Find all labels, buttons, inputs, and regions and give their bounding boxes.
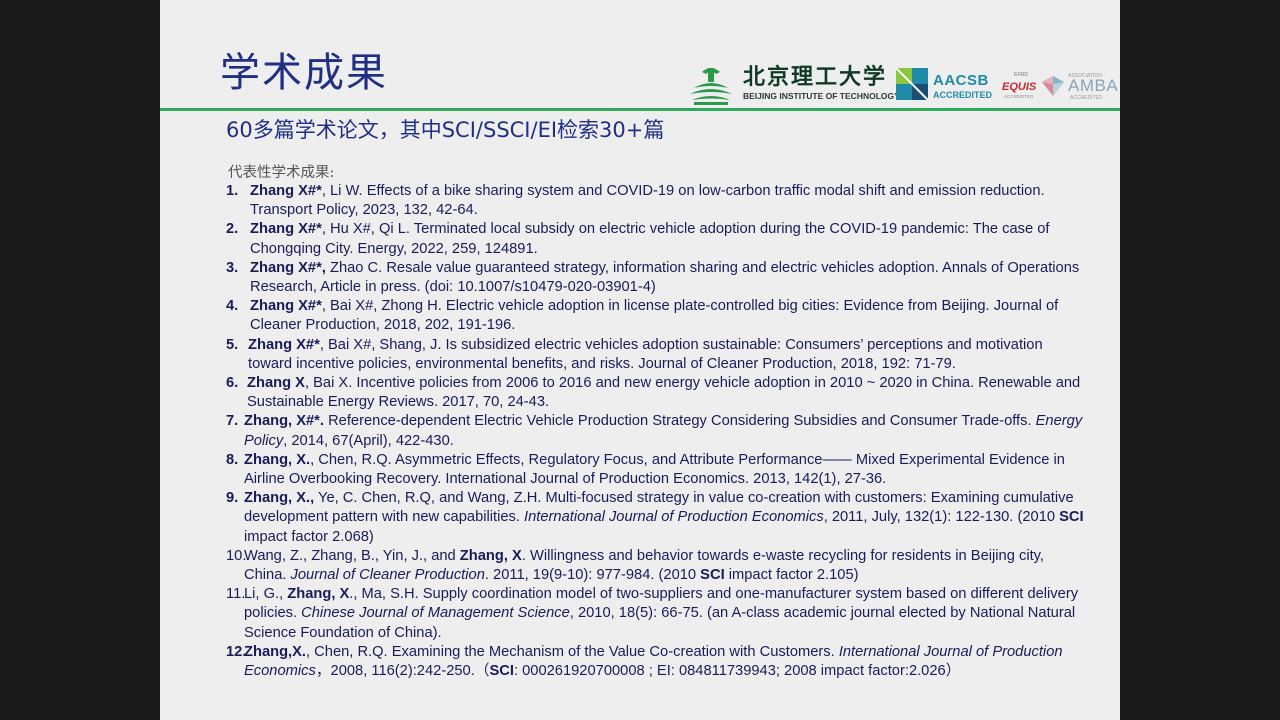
publication-text: Li, G., Zhang, X., Ma, S.H. Supply coord… xyxy=(244,585,1088,643)
bold-text: Zhang X#*, xyxy=(250,259,326,276)
publication-text: Zhang,X., Chen, R.Q. Examining the Mecha… xyxy=(244,643,1088,681)
logo-bar: 北京理工大学 BEIJING INSTITUTE OF TECHNOLOGY A… xyxy=(688,60,1118,106)
bold-text: Zhang,X. xyxy=(244,643,307,660)
bold-text: Zhang X#* xyxy=(250,221,322,238)
text-run: Reference-dependent Electric Vehicle Pro… xyxy=(323,413,1036,430)
bit-name-en: BEIJING INSTITUTE OF TECHNOLOGY xyxy=(743,91,900,101)
publication-text: Zhang X#*, Bai X#, Zhong H. Electric veh… xyxy=(250,297,1088,335)
publication-item: 1. Zhang X#*, Li W. Effects of a bike sha… xyxy=(226,182,1088,220)
publication-number: 2. xyxy=(226,221,239,238)
bold-text: Zhang X#* xyxy=(248,336,320,353)
text-run: , Bai X#, Shang, J. Is subsidized electr… xyxy=(248,336,1043,372)
publication-text: Zhang X#*, Li W. Effects of a bike shari… xyxy=(250,182,1088,220)
title-divider xyxy=(160,108,1120,111)
equis-accredited: ACCREDITED xyxy=(1004,94,1034,99)
page-title: 学术成果 xyxy=(220,50,388,96)
efmd-label: EFMD xyxy=(1014,72,1029,78)
intro-label: 代表性学术成果: xyxy=(228,165,335,181)
publication-item: 10. Wang, Z., Zhang, B., Yin, J., and Zha… xyxy=(226,547,1088,585)
bold-text: Zhang X#* xyxy=(250,183,322,199)
publication-list: 1. Zhang X#*, Li W. Effects of a bike sha… xyxy=(226,182,1088,681)
bold-text: Zhang X#* xyxy=(250,298,322,315)
text-run: . 2011, 19(9-10): 977-984. (2010 xyxy=(484,567,701,584)
text-run: Li, G., xyxy=(244,586,288,603)
publication-item: 9. Zhang, X., Ye, C. Chen, R.Q, and Wang,… xyxy=(226,489,1088,547)
publication-text: Zhang X#*, Hu X#, Qi L. Terminated local… xyxy=(250,220,1088,258)
text-run: , 2014, 67(April), 422-430. xyxy=(283,432,454,449)
publication-item: 3. Zhang X#*, Zhao C. Resale value guaran… xyxy=(226,259,1088,297)
slide: 学术成果 北京理工大学 BEIJING INSTITUTE OF TECHNOL… xyxy=(160,0,1120,720)
publication-text: Zhang X, Bai X. Incentive policies from … xyxy=(247,374,1088,412)
aacsb-accredited: ACCREDITED xyxy=(933,90,993,100)
aacsb-mark-icon xyxy=(896,68,928,100)
publication-number: 11. xyxy=(226,586,246,603)
text-run: : 000261920700008 ; EI: 084811739943; 20… xyxy=(513,663,961,680)
amba-accredited: ACCREDITED xyxy=(1070,95,1103,101)
publication-number: 12. xyxy=(226,643,247,660)
italic-text: Chinese Journal of Management Science xyxy=(301,605,570,622)
publication-number: 1. xyxy=(226,183,239,199)
bold-text: Zhang, X xyxy=(287,586,350,603)
text-run: , Chen, R.Q. Examining the Mechanism of … xyxy=(306,643,839,660)
bold-text: SCI xyxy=(489,663,514,680)
text-run: , Li W. Effects of a bike sharing system… xyxy=(250,183,1045,219)
amba-name: AMBA xyxy=(1068,76,1119,95)
publication-number: 4. xyxy=(226,298,239,315)
publication-item: 12. Zhang,X., Chen, R.Q. Examining the Me… xyxy=(226,643,1088,681)
text-run: , Chen, R.Q. Asymmetric Effects, Regulat… xyxy=(244,451,1065,488)
bit-name-cn: 北京理工大学 xyxy=(743,64,888,90)
subtitle: 60多篇学术论文，其中SCI/SSCI/EI检索30+篇 xyxy=(226,118,665,142)
publication-item: 5. Zhang X#*, Bai X#, Shang, J. Is subsid… xyxy=(226,336,1088,374)
publication-text: Zhang X#*, Zhao C. Resale value guarante… xyxy=(250,259,1088,297)
text-run: , Bai X. Incentive policies from 2006 to… xyxy=(247,375,1081,411)
bold-text: SCI xyxy=(700,567,725,584)
publication-number: 10. xyxy=(226,547,247,564)
equis-name: EQUIS xyxy=(1002,81,1037,93)
bold-text: Zhang, X#*. xyxy=(244,413,324,430)
amba-mark-icon xyxy=(1042,76,1064,96)
text-run: , Hu X#, Qi L. Terminated local subsidy … xyxy=(250,221,1050,257)
publication-text: Zhang, X#*. Reference-dependent Electric… xyxy=(244,412,1088,450)
publication-number: 9. xyxy=(226,490,239,507)
text-run: impact factor 2.105) xyxy=(724,567,859,584)
publication-text: Zhang, X., Chen, R.Q. Asymmetric Effects… xyxy=(244,451,1088,489)
publication-number: 8. xyxy=(226,451,239,468)
publication-item: 7. Zhang, X#*. Reference-dependent Electr… xyxy=(226,412,1088,450)
publication-number: 5. xyxy=(226,336,239,353)
italic-text: International Journal of Production Econ… xyxy=(524,509,824,526)
italic-text: Journal of Cleaner Production xyxy=(290,567,485,584)
text-run: Wang, Z., Zhang, B., Yin, J., and xyxy=(244,547,460,564)
bold-text: Zhang, X. xyxy=(244,451,311,468)
aacsb-name: AACSB xyxy=(933,72,989,89)
publication-item: 2. Zhang X#*, Hu X#, Qi L. Terminated loc… xyxy=(226,220,1088,258)
publication-number: 7. xyxy=(226,413,239,430)
text-run: Zhao C. Resale value guaranteed strategy… xyxy=(250,259,1080,296)
text-run: , 2011, July, 132(1): 122-130. (2010 xyxy=(823,509,1060,526)
publication-text: Zhang, X., Ye, C. Chen, R.Q, and Wang, Z… xyxy=(244,489,1088,547)
publication-item: 11. Li, G., Zhang, X., Ma, S.H. Supply co… xyxy=(226,585,1088,643)
text-run: , Bai X#, Zhong H. Electric vehicle adop… xyxy=(250,298,1059,334)
bold-text: Zhang, X., xyxy=(244,490,315,507)
text-run: impact factor 2.068) xyxy=(244,528,374,545)
bit-emblem-icon xyxy=(690,68,732,105)
publication-text: Zhang X#*, Bai X#, Shang, J. Is subsidiz… xyxy=(248,336,1088,374)
bold-text: SCI xyxy=(1059,509,1084,526)
bold-text: Zhang X xyxy=(247,375,305,392)
publication-text: Wang, Z., Zhang, B., Yin, J., and Zhang,… xyxy=(244,547,1088,585)
publication-item: 4. Zhang X#*, Bai X#, Zhong H. Electric v… xyxy=(226,297,1088,335)
publication-item: 8. Zhang, X., Chen, R.Q. Asymmetric Effec… xyxy=(226,451,1088,489)
bold-text: Zhang, X xyxy=(459,547,522,564)
text-run: ，2008, 116(2):242-250.（ xyxy=(315,663,490,680)
publication-item: 6. Zhang X, Bai X. Incentive policies fro… xyxy=(226,374,1088,412)
publication-number: 3. xyxy=(226,259,239,276)
publication-number: 6. xyxy=(226,375,239,392)
